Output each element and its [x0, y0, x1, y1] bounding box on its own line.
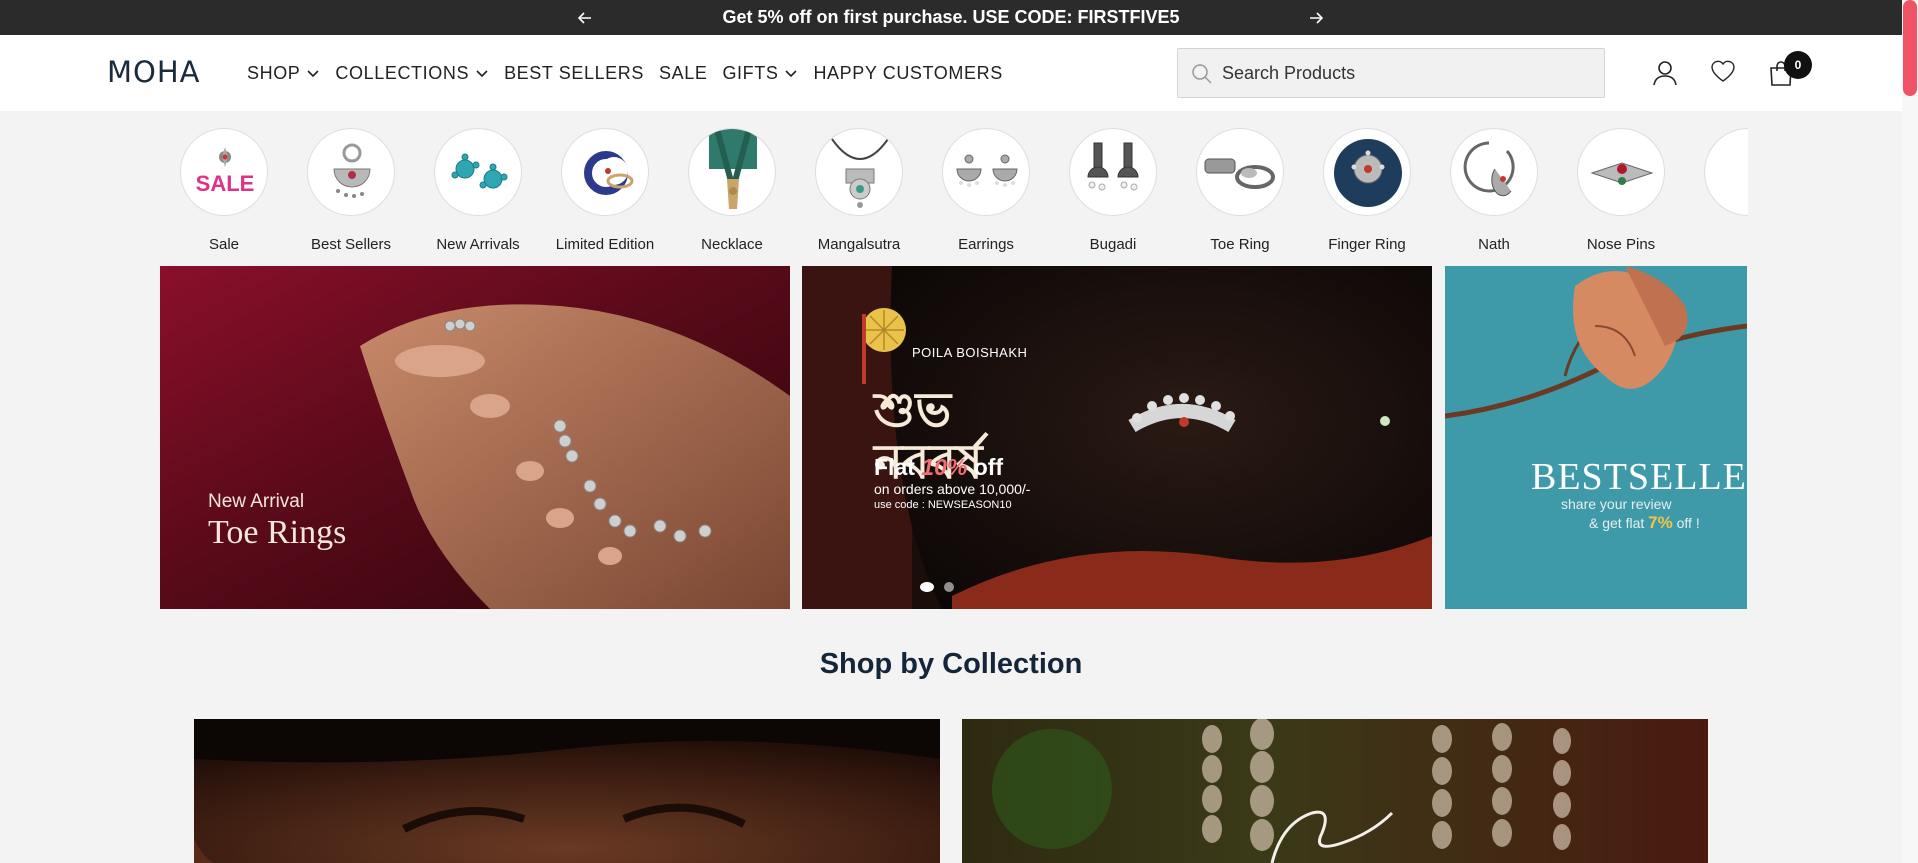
offer-percent: 10% — [921, 454, 968, 480]
crescent-ring-icon — [561, 128, 649, 216]
announcement-text: Get 5% off on first purchase. USE CODE: … — [722, 7, 1180, 27]
line2-suffix: off ! — [1672, 515, 1700, 531]
beaded-necklace-icon — [688, 128, 776, 216]
carousel-dots — [920, 582, 954, 592]
wishlist-heart-icon[interactable] — [1709, 57, 1737, 85]
category-more-icon — [1704, 128, 1748, 216]
sale-tag-icon: SALE — [180, 128, 268, 216]
drop-earrings-icon — [942, 128, 1030, 216]
line2-percent: 7% — [1648, 513, 1673, 532]
banner-title: BESTSELLER — [1531, 456, 1747, 498]
offer-suffix: off — [967, 454, 1004, 480]
nav-happy-customers[interactable]: HAPPY CUSTOMERS — [813, 63, 1002, 84]
banner-title: Toe Rings — [208, 514, 347, 551]
collection-card-1[interactable] — [194, 719, 940, 863]
banner-offer-condition: on orders above 10,000/- — [874, 481, 1031, 497]
search-input[interactable] — [1222, 49, 1592, 97]
turquoise-studs-icon — [434, 128, 522, 216]
nav-label: SALE — [659, 62, 708, 83]
cart-count-badge: 0 — [1784, 51, 1812, 79]
nav-label: BEST SELLERS — [504, 62, 644, 83]
banner-subtitle: New Arrival — [208, 491, 305, 512]
nav-label: COLLECTIONS — [335, 62, 470, 83]
toe-rings-photo — [160, 266, 790, 609]
nav-label: SHOP — [247, 62, 301, 83]
svg-text:SALE: SALE — [196, 171, 255, 196]
nav-best-sellers[interactable]: BEST SELLERS — [504, 63, 644, 84]
nav-sale[interactable]: SALE — [659, 63, 707, 84]
collection-card-2[interactable] — [962, 719, 1708, 863]
banner-event-label: POILA BOISHAKH — [912, 345, 1028, 360]
offer-prefix: Flat — [874, 454, 922, 480]
pendant-necklace-icon — [815, 128, 903, 216]
banner-toe-rings[interactable]: New Arrival Toe Rings — [160, 266, 790, 609]
collection-photo-2 — [962, 719, 1708, 863]
banner-offer-code: use code : NEWSEASON10 — [874, 499, 1012, 511]
chevron-down-icon — [785, 70, 798, 78]
search-box — [1177, 48, 1605, 98]
bestseller-photo — [1445, 266, 1747, 609]
nav-gifts[interactable]: GIFTS — [722, 63, 798, 84]
nose-pin-icon — [1577, 128, 1665, 216]
jhumka-icon — [1069, 128, 1157, 216]
nose-ring-icon — [1450, 128, 1538, 216]
carousel-dot-2[interactable] — [944, 582, 954, 592]
nav-shop[interactable]: SHOP — [247, 63, 320, 84]
banner-line-1: share your review — [1561, 496, 1672, 512]
nav-collections[interactable]: COLLECTIONS — [335, 63, 489, 84]
toe-ring-icon — [1196, 128, 1284, 216]
account-icon[interactable] — [1651, 59, 1679, 87]
finger-ring-icon — [1323, 128, 1411, 216]
banner-poila-boishakh[interactable]: POILA BOISHAKH শুভ নববর্ষ Flat 10% off o… — [802, 266, 1432, 609]
main-nav: SHOP COLLECTIONS BEST SELLERS SALE GIFTS… — [247, 35, 1018, 111]
collection-photo-1 — [194, 719, 940, 863]
line2-prefix: & get flat — [1589, 515, 1649, 531]
category-label: Nose Pins — [1586, 236, 1656, 253]
category-strip: SALE Sale Best Sellers New Arrivals Limi… — [160, 117, 1748, 262]
section-title: Shop by Collection — [819, 648, 1083, 680]
site-header: MOHA SHOP COLLECTIONS BEST SELLERS SALE … — [0, 35, 1902, 111]
nav-label: GIFTS — [722, 62, 779, 83]
search-icon[interactable] — [1191, 63, 1213, 85]
banner-offer: Flat 10% off — [874, 454, 1003, 481]
banner-bestseller[interactable]: BESTSELLER share your review & get flat … — [1445, 266, 1747, 609]
chevron-down-icon — [307, 70, 319, 78]
carousel-dot-1[interactable] — [920, 582, 934, 592]
logo[interactable]: MOHA — [107, 55, 201, 89]
announcement-bar: Get 5% off on first purchase. USE CODE: … — [0, 0, 1902, 35]
chevron-down-icon — [476, 70, 488, 78]
banner-line-2: & get flat 7% off ! — [1589, 513, 1700, 533]
scrollbar-thumb[interactable] — [1903, 0, 1917, 96]
nav-label: HAPPY CUSTOMERS — [813, 62, 1003, 83]
page-scrollbar[interactable] — [1902, 0, 1918, 863]
chandbali-earring-icon — [307, 128, 395, 216]
arrow-right-icon[interactable] — [1306, 8, 1326, 28]
